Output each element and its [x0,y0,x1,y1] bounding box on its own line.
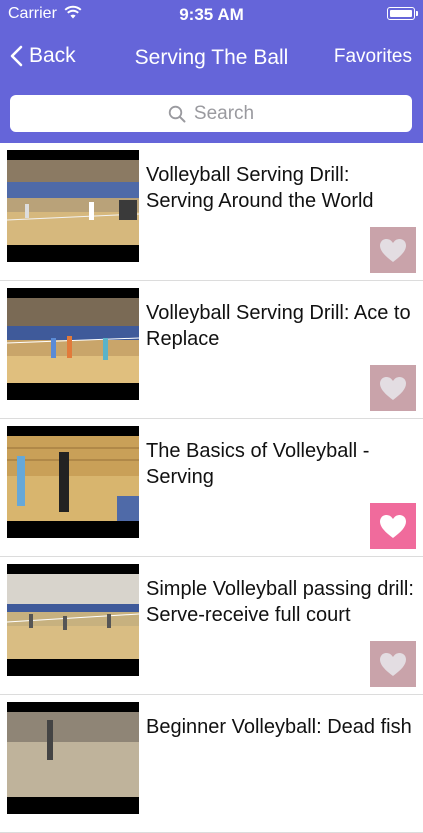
video-thumbnail [7,288,139,400]
video-title: Volleyball Serving Drill: Serving Around… [146,164,374,212]
heart-icon [380,376,406,400]
status-time: 9:35 AM [179,5,244,24]
status-bar: Carrier 9:35 AM [0,0,423,28]
top-bar: Carrier 9:35 AM Back Serving The Ball Fa… [0,0,423,143]
favorite-button[interactable] [370,641,416,687]
video-list: Volleyball Serving Drill: Serving Around… [0,143,423,833]
video-title: The Basics of Volleyball - Serving [146,440,370,488]
video-thumbnail [7,150,139,262]
heart-icon [380,652,406,676]
list-item[interactable]: The Basics of Volleyball - Serving [0,419,423,557]
favorite-button[interactable] [370,227,416,273]
list-item[interactable]: Simple Volleyball passing drill: Serve-r… [0,557,423,695]
video-thumbnail [7,702,139,814]
navigation-bar: Back Serving The Ball Favorites [0,28,423,88]
battery-icon [387,7,418,20]
search-icon [168,105,186,122]
video-thumbnail [7,564,139,676]
search-placeholder: Search [193,102,255,124]
list-item[interactable]: Beginner Volleyball: Dead fish [0,695,423,833]
list-item[interactable]: Volleyball Serving Drill: Ace to Replace [0,281,423,419]
favorite-button[interactable] [370,503,416,549]
heart-icon [380,514,406,538]
favorites-button[interactable]: Favorites [334,46,412,68]
heart-icon [380,238,406,262]
search-input[interactable]: Search [10,95,412,132]
video-title: Simple Volleyball passing drill: Serve-r… [146,578,414,626]
video-title: Beginner Volleyball: Dead fish [146,716,412,738]
video-title: Volleyball Serving Drill: Ace to Replace [146,302,411,350]
favorite-button[interactable] [370,365,416,411]
list-item[interactable]: Volleyball Serving Drill: Serving Around… [0,143,423,281]
video-thumbnail [7,426,139,538]
